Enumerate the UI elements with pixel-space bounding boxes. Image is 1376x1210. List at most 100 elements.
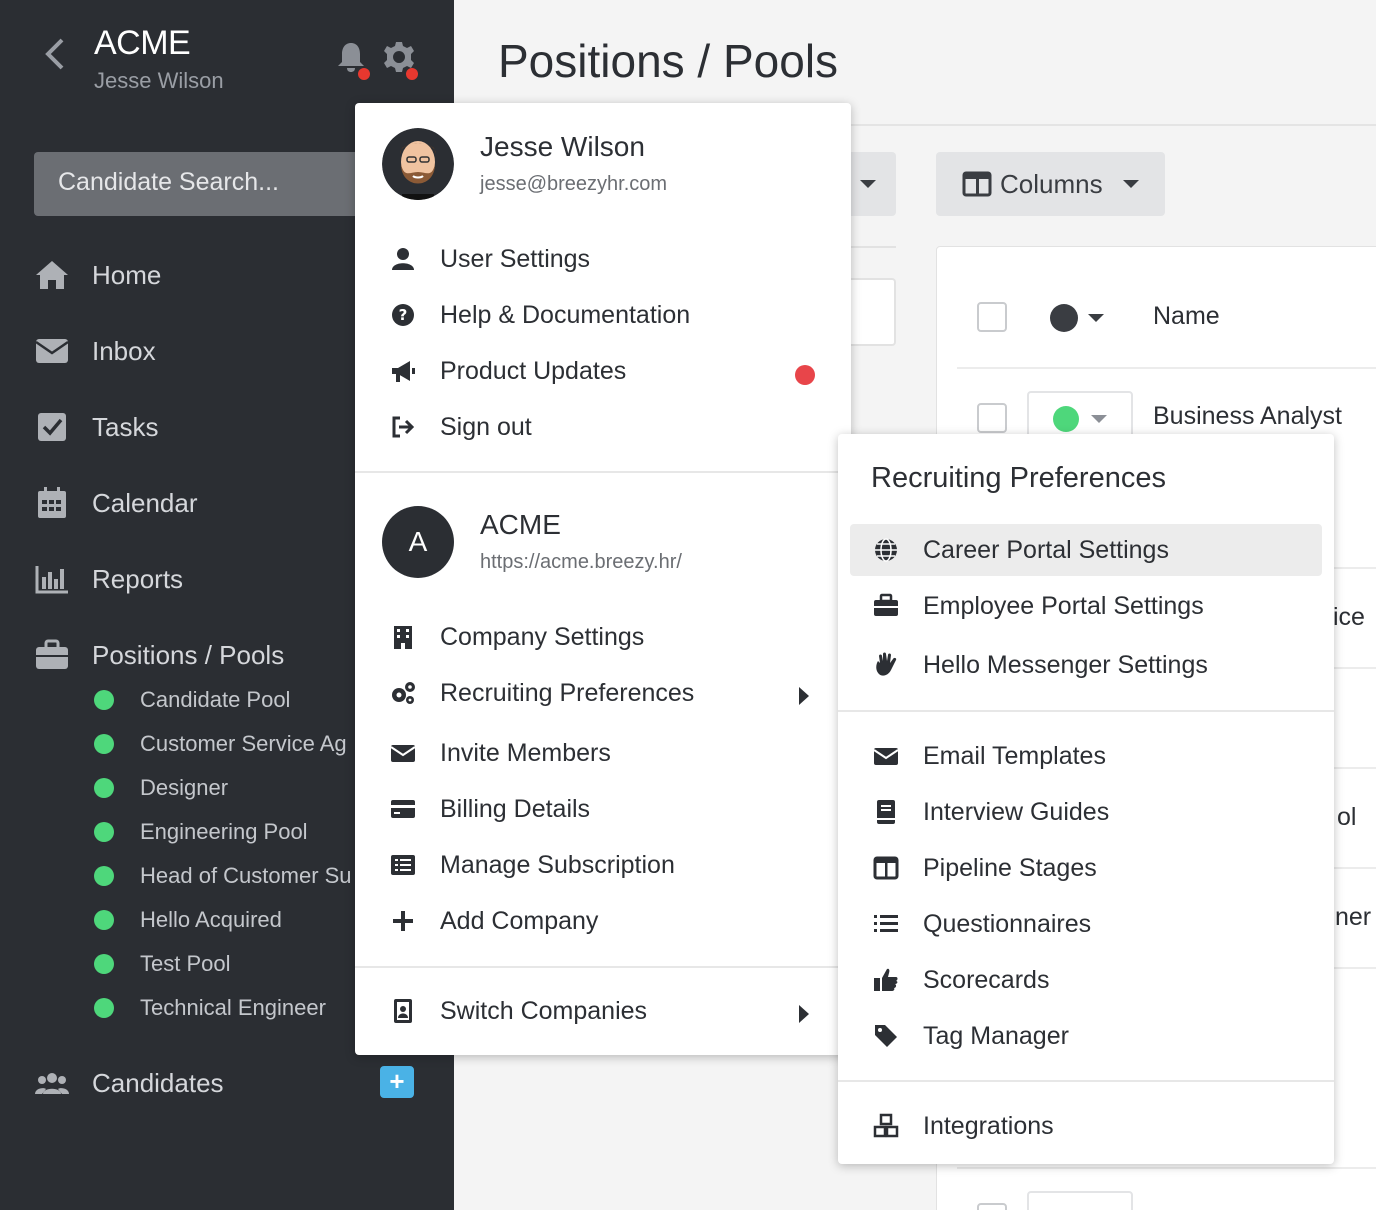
status-dot	[94, 690, 114, 710]
sign-out-item[interactable]: Sign out	[388, 407, 532, 447]
manage-subscription-item[interactable]: Manage Subscription	[388, 845, 675, 885]
scorecards-item[interactable]: Scorecards	[871, 960, 1049, 1000]
integrations-label: Integrations	[923, 1111, 1054, 1140]
position-name-partial[interactable]: ner	[1335, 903, 1371, 932]
page-title: Positions / Pools	[498, 35, 839, 87]
bell-icon[interactable]	[334, 40, 372, 80]
user-settings-item[interactable]: User Settings	[388, 239, 590, 279]
nav-inbox-label: Inbox	[92, 335, 156, 366]
columns-label: Columns	[1000, 168, 1103, 199]
add-company-item[interactable]: Add Company	[388, 901, 598, 941]
menu-company-url[interactable]: https://acme.breezy.hr/	[480, 551, 682, 574]
position-name-partial[interactable]: ice	[1333, 603, 1365, 632]
user-dropdown-menu: Jesse Wilson jesse@breezyhr.com User Set…	[355, 103, 851, 1055]
pool-item[interactable]: Designer	[94, 773, 228, 803]
notification-dot	[358, 68, 370, 80]
caret-down-icon[interactable]	[1088, 314, 1104, 322]
envelope-icon	[388, 738, 418, 768]
position-name[interactable]: Business Analyst	[1153, 402, 1342, 431]
status-filter-dot[interactable]	[1050, 304, 1078, 332]
select-all-checkbox[interactable]	[977, 302, 1007, 332]
recruiting-preferences-item[interactable]: Recruiting Preferences	[388, 673, 694, 713]
pipeline-stages-item[interactable]: Pipeline Stages	[871, 848, 1097, 888]
email-templates-label: Email Templates	[923, 741, 1106, 770]
pool-item[interactable]: Engineering Pool	[94, 817, 308, 847]
row-checkbox[interactable]	[977, 403, 1007, 433]
cubes-icon	[871, 1111, 901, 1141]
waving-hand-icon	[871, 650, 901, 680]
row-checkbox[interactable]	[977, 1203, 1007, 1210]
billing-details-item[interactable]: Billing Details	[388, 789, 590, 829]
submenu-arrow-icon	[799, 687, 809, 705]
company-settings-item[interactable]: Company Settings	[388, 617, 644, 657]
caret-down-icon	[1122, 180, 1139, 188]
nav-positions-label: Positions / Pools	[92, 639, 285, 670]
row-divider	[957, 1167, 1376, 1169]
status-dot	[94, 910, 114, 930]
employee-portal-settings-item[interactable]: Employee Portal Settings	[871, 586, 1204, 626]
pool-item[interactable]: Hello Acquired	[94, 905, 282, 935]
nav-candidates[interactable]: Candidates	[32, 1063, 224, 1103]
pool-item[interactable]: Customer Service Ag	[94, 729, 347, 759]
calendar-icon	[32, 485, 72, 521]
megaphone-icon	[388, 356, 418, 386]
invite-members-label: Invite Members	[440, 738, 611, 767]
product-updates-label: Product Updates	[440, 356, 627, 385]
question-circle-icon: ?	[388, 300, 418, 330]
recruiting-preferences-label: Recruiting Preferences	[440, 678, 695, 707]
checkbox-icon	[32, 409, 72, 445]
pool-item[interactable]: Test Pool	[94, 949, 231, 979]
integrations-item[interactable]: Integrations	[871, 1106, 1054, 1146]
home-icon	[32, 257, 72, 293]
add-company-label: Add Company	[440, 906, 599, 935]
company-avatar: A	[382, 506, 454, 578]
columns-button[interactable]: Columns	[936, 152, 1165, 216]
pool-label: Engineering Pool	[140, 819, 308, 844]
tag-manager-item[interactable]: Tag Manager	[871, 1016, 1069, 1056]
switch-companies-item[interactable]: Switch Companies	[388, 991, 647, 1031]
career-portal-settings-item[interactable]: Career Portal Settings	[871, 530, 1169, 570]
manage-subscription-label: Manage Subscription	[440, 850, 675, 879]
svg-text:?: ?	[399, 306, 408, 324]
recruiting-preferences-submenu: Recruiting Preferences Career Portal Set…	[838, 434, 1334, 1164]
user-settings-label: User Settings	[440, 244, 591, 273]
sign-out-label: Sign out	[440, 412, 532, 441]
gear-icon[interactable]	[382, 40, 420, 80]
hello-messenger-settings-label: Hello Messenger Settings	[923, 650, 1208, 679]
interview-guides-item[interactable]: Interview Guides	[871, 792, 1109, 832]
position-name-partial[interactable]: ol	[1337, 803, 1356, 832]
hello-messenger-settings-item[interactable]: Hello Messenger Settings	[871, 645, 1208, 685]
nav-positions[interactable]: Positions / Pools	[32, 635, 284, 675]
name-column-header[interactable]: Name	[1153, 302, 1220, 331]
candidate-search-input[interactable]: Candidate Search...	[34, 152, 374, 216]
plus-icon	[388, 906, 418, 936]
caret-down-icon	[1091, 415, 1107, 423]
nav-inbox[interactable]: Inbox	[32, 331, 156, 371]
questionnaires-label: Questionnaires	[923, 909, 1092, 938]
nav-tasks[interactable]: Tasks	[32, 407, 158, 447]
pool-item[interactable]: Candidate Pool	[94, 685, 290, 715]
submenu-arrow-icon	[799, 1005, 809, 1023]
columns-icon	[871, 853, 901, 883]
scorecards-label: Scorecards	[923, 965, 1050, 994]
back-chevron-icon[interactable]	[40, 34, 70, 74]
briefcase-icon	[32, 637, 72, 673]
nav-calendar[interactable]: Calendar	[32, 483, 198, 523]
nav-home[interactable]: Home	[32, 255, 161, 295]
pool-item[interactable]: Technical Engineer	[94, 993, 326, 1023]
add-candidate-button[interactable]: +	[380, 1066, 414, 1098]
pool-item[interactable]: Head of Customer Su	[94, 861, 352, 891]
invite-members-item[interactable]: Invite Members	[388, 733, 611, 773]
product-updates-item[interactable]: Product Updates	[388, 351, 626, 391]
nav-reports[interactable]: Reports	[32, 559, 183, 599]
help-item[interactable]: ? Help & Documentation	[388, 295, 690, 335]
company-title: ACME	[94, 24, 191, 62]
status-dropdown[interactable]	[1027, 1191, 1133, 1210]
questionnaires-item[interactable]: Questionnaires	[871, 904, 1091, 944]
bar-chart-icon	[32, 561, 72, 597]
menu-company-name: ACME	[480, 509, 561, 540]
status-dot	[94, 954, 114, 974]
email-templates-item[interactable]: Email Templates	[871, 736, 1106, 776]
settings-notification-dot	[406, 68, 418, 80]
id-badge-icon	[388, 996, 418, 1026]
